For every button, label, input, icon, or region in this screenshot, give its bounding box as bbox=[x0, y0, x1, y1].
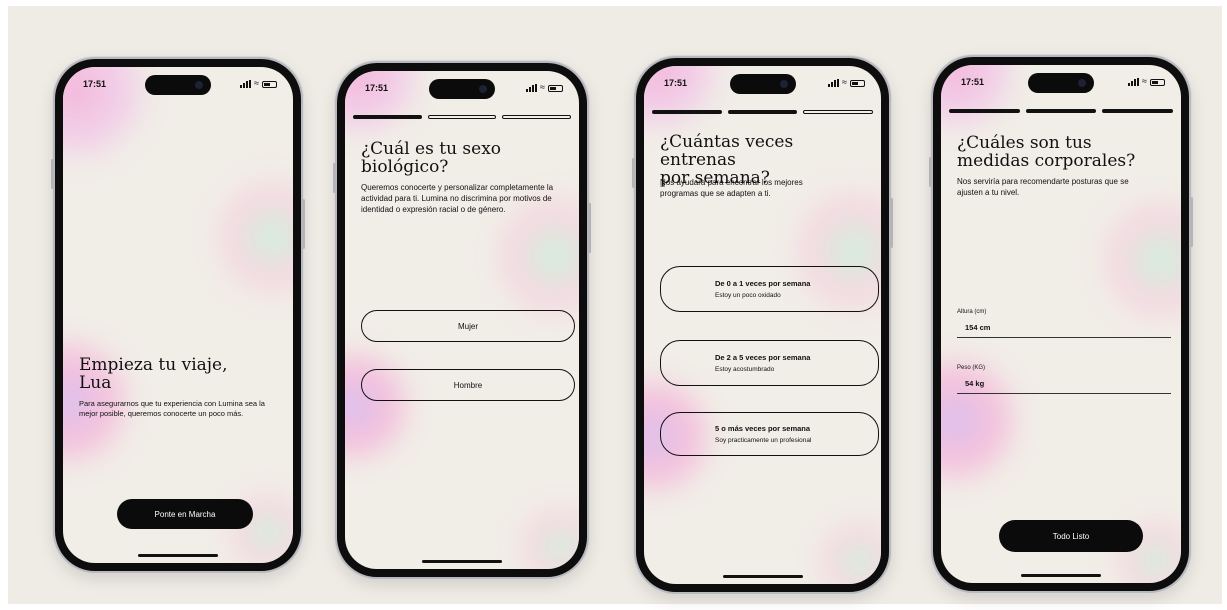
progress-bar bbox=[949, 109, 1174, 113]
gradient-blob bbox=[1101, 185, 1181, 335]
option-2-5-button[interactable]: De 2 a 5 veces por semana Estoy acostumb… bbox=[660, 340, 879, 386]
option-label: 5 o más veces por semana bbox=[715, 424, 811, 433]
gradient-blob bbox=[644, 66, 724, 136]
screen-measurements: 17:51 ≈ ¿Cuáles son tus medidas corporal… bbox=[941, 65, 1181, 583]
status-time: 17:51 bbox=[83, 79, 107, 89]
status-time: 17:51 bbox=[365, 83, 389, 93]
screen-sex: 17:51 ≈ ¿Cuál es tu sexo biológico? Quer… bbox=[345, 71, 579, 569]
phone-welcome: 17:51 ≈ Empieza tu viaje, Lua Para asegu… bbox=[51, 59, 305, 571]
progress-segment bbox=[727, 110, 798, 114]
height-underline bbox=[957, 337, 1171, 338]
progress-segment bbox=[1025, 109, 1097, 113]
gradient-blob bbox=[345, 71, 425, 141]
wifi-icon: ≈ bbox=[1142, 76, 1147, 86]
screen-frequency: 17:51 ≈ ¿Cuántas veces entrenas por sema… bbox=[644, 66, 881, 584]
gradient-blob bbox=[814, 516, 881, 584]
home-indicator bbox=[422, 560, 502, 563]
side-button bbox=[632, 158, 635, 188]
dynamic-island bbox=[429, 79, 495, 99]
option-caption: Estoy un poco oxidado bbox=[715, 292, 781, 299]
dynamic-island bbox=[145, 75, 211, 95]
side-button bbox=[588, 203, 591, 253]
progress-segment bbox=[353, 115, 422, 119]
start-button[interactable]: Ponte en Marcha bbox=[117, 499, 253, 529]
dynamic-island bbox=[1028, 73, 1094, 93]
option-label: De 2 a 5 veces por semana bbox=[715, 353, 811, 362]
dynamic-island bbox=[729, 74, 796, 94]
home-indicator bbox=[722, 575, 803, 578]
option-label: Hombre bbox=[453, 380, 483, 390]
option-male-button[interactable]: Hombre bbox=[361, 369, 575, 401]
phone-frequency: 17:51 ≈ ¿Cuántas veces entrenas por sema… bbox=[632, 58, 893, 592]
height-label: Altura (cm) bbox=[957, 309, 987, 315]
progress-segment bbox=[803, 110, 874, 114]
signal-icon bbox=[526, 84, 538, 92]
gradient-blob bbox=[63, 67, 153, 167]
status-icons: ≈ bbox=[526, 83, 563, 92]
title-line: biológico? bbox=[361, 156, 449, 177]
status-icons: ≈ bbox=[240, 79, 277, 88]
home-indicator bbox=[138, 554, 218, 557]
side-button bbox=[1190, 197, 1193, 247]
side-button bbox=[302, 199, 305, 249]
side-button bbox=[51, 159, 54, 189]
option-caption: Soy practicamente un profesional bbox=[715, 437, 812, 444]
page-subtitle: Queremos conocerte y personalizar comple… bbox=[361, 183, 554, 214]
battery-icon bbox=[262, 81, 277, 88]
progress-segment bbox=[427, 115, 497, 119]
page-title: Empieza tu viaje, Lua bbox=[79, 356, 283, 393]
phone-sex: 17:51 ≈ ¿Cuál es tu sexo biológico? Quer… bbox=[333, 63, 591, 577]
page-title: ¿Cuál es tu sexo biológico? bbox=[361, 140, 569, 177]
progress-segment bbox=[949, 109, 1020, 113]
phone-measurements: 17:51 ≈ ¿Cuáles son tus medidas corporal… bbox=[929, 57, 1193, 591]
gradient-blob bbox=[941, 65, 1021, 135]
battery-icon bbox=[1150, 79, 1165, 86]
wifi-icon: ≈ bbox=[540, 82, 545, 92]
option-5-plus-button[interactable]: 5 o más veces por semana Soy practicamen… bbox=[660, 412, 879, 456]
gradient-blob bbox=[515, 501, 579, 569]
battery-icon bbox=[850, 80, 865, 87]
status-time: 17:51 bbox=[664, 78, 688, 88]
progress-segment bbox=[1102, 109, 1174, 113]
weight-underline bbox=[957, 393, 1171, 394]
option-label: Mujer bbox=[457, 321, 478, 331]
title-line: medidas corporales? bbox=[957, 150, 1136, 171]
progress-bar bbox=[652, 110, 874, 114]
side-button bbox=[890, 198, 893, 248]
showcase-background: 17:51 ≈ Empieza tu viaje, Lua Para asegu… bbox=[8, 6, 1222, 604]
page-subtitle: Nos ayudara para encontrar los mejores p… bbox=[660, 178, 803, 198]
weight-input[interactable]: 54 kg bbox=[965, 379, 984, 388]
signal-icon bbox=[240, 80, 252, 88]
option-caption: Estoy acostumbrado bbox=[715, 366, 775, 373]
option-0-1-button[interactable]: De 0 a 1 veces por semana Estoy un poco … bbox=[660, 266, 879, 312]
option-female-button[interactable]: Mujer bbox=[361, 310, 575, 342]
height-input[interactable]: 154 cm bbox=[965, 323, 990, 332]
status-time: 17:51 bbox=[961, 77, 985, 87]
done-button[interactable]: Todo Listo bbox=[999, 520, 1143, 552]
page-subtitle: Para asegurarnos que tu experiencia con … bbox=[79, 399, 265, 419]
screen-welcome: 17:51 ≈ Empieza tu viaje, Lua Para asegu… bbox=[63, 67, 293, 563]
signal-icon bbox=[1128, 78, 1140, 86]
wifi-icon: ≈ bbox=[254, 78, 259, 88]
signal-icon bbox=[828, 79, 840, 87]
gradient-blob bbox=[345, 341, 415, 471]
status-icons: ≈ bbox=[828, 78, 865, 87]
home-indicator bbox=[1021, 574, 1101, 577]
option-label: De 0 a 1 veces por semana bbox=[715, 279, 811, 288]
side-button bbox=[333, 163, 336, 193]
gradient-blob bbox=[213, 167, 293, 307]
progress-bar bbox=[353, 115, 572, 119]
page-subtitle: Nos serviría para recomendarte posturas … bbox=[957, 177, 1129, 197]
status-icons: ≈ bbox=[1128, 77, 1165, 86]
progress-segment bbox=[652, 110, 722, 114]
weight-label: Peso (KG) bbox=[957, 365, 986, 371]
wifi-icon: ≈ bbox=[842, 77, 847, 87]
title-line: ¿Cuántas veces entrenas bbox=[660, 132, 794, 170]
title-line: Lua bbox=[79, 372, 112, 393]
progress-segment bbox=[502, 115, 572, 119]
page-title: ¿Cuáles son tus medidas corporales? bbox=[957, 134, 1171, 171]
battery-icon bbox=[548, 85, 563, 92]
side-button bbox=[929, 157, 932, 187]
